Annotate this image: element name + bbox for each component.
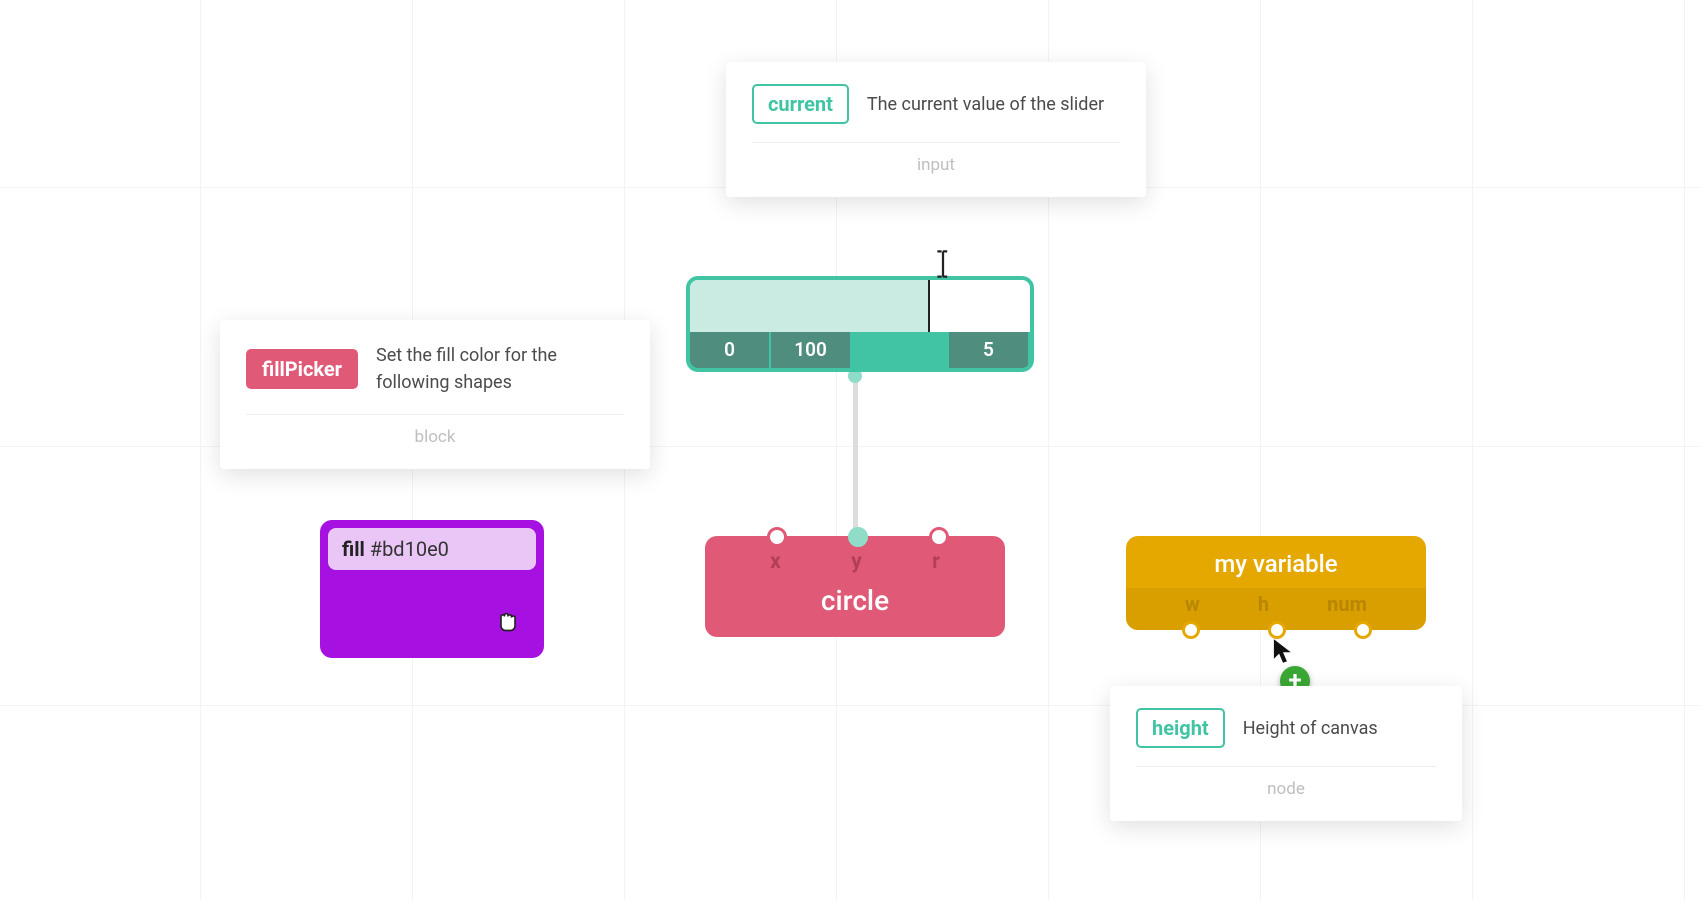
port-label-y: y (851, 550, 862, 574)
block-fill[interactable]: fill #bd10e0 (320, 520, 544, 658)
block-slider[interactable]: 70 0 100 5 (686, 276, 1034, 372)
slider-fill (690, 280, 928, 332)
tooltip-desc: The current value of the slider (867, 91, 1104, 118)
port-y[interactable] (848, 527, 868, 547)
slider-step[interactable]: 5 (949, 332, 1030, 368)
node-circle[interactable]: x y r circle (705, 536, 1005, 637)
slider-params: 0 100 5 (690, 332, 1030, 368)
cursor-arrow-icon (1272, 638, 1294, 668)
fill-header[interactable]: fill #bd10e0 (328, 528, 536, 570)
slider-gap (852, 332, 949, 368)
port-x[interactable] (767, 527, 787, 547)
tooltip-tag-current: current (752, 84, 849, 124)
port-label-h: h (1258, 592, 1269, 616)
fill-label: fill (342, 537, 365, 561)
port-r[interactable] (929, 527, 949, 547)
port-label-r: r (932, 550, 940, 574)
variable-title[interactable]: my variable (1126, 536, 1426, 588)
slider-thumb[interactable] (928, 280, 930, 332)
port-label-w: w (1185, 592, 1200, 616)
tooltip-tag-fill: fillPicker (246, 349, 358, 389)
tooltip-fillpicker: fillPicker Set the fill color for the fo… (220, 320, 650, 469)
slider-track[interactable] (690, 280, 1030, 332)
circle-title: circle (705, 578, 1005, 637)
tooltip-desc: Set the fill color for the following sha… (376, 342, 624, 396)
text-caret-icon (934, 250, 952, 282)
tooltip-foot: input (752, 155, 1120, 175)
tooltip-current: current The current value of the slider … (726, 62, 1146, 197)
fill-value: #bd10e0 (370, 537, 449, 561)
node-variable[interactable]: my variable w h num (1126, 536, 1426, 630)
grab-hand-icon (494, 606, 522, 638)
tooltip-desc: Height of canvas (1243, 715, 1378, 742)
tooltip-tag-height: height (1136, 708, 1225, 748)
tooltip-foot: block (246, 427, 624, 447)
port-label-num: num (1327, 592, 1367, 616)
slider-max[interactable]: 100 (771, 332, 852, 368)
port-label-x: x (770, 550, 781, 574)
oport-num[interactable] (1354, 621, 1372, 639)
edge-slider-to-circle[interactable] (853, 376, 858, 536)
oport-w[interactable] (1182, 621, 1200, 639)
oport-h[interactable] (1268, 621, 1286, 639)
tooltip-height: height Height of canvas node (1110, 686, 1462, 821)
slider-min[interactable]: 0 (690, 332, 771, 368)
tooltip-foot: node (1136, 779, 1436, 799)
